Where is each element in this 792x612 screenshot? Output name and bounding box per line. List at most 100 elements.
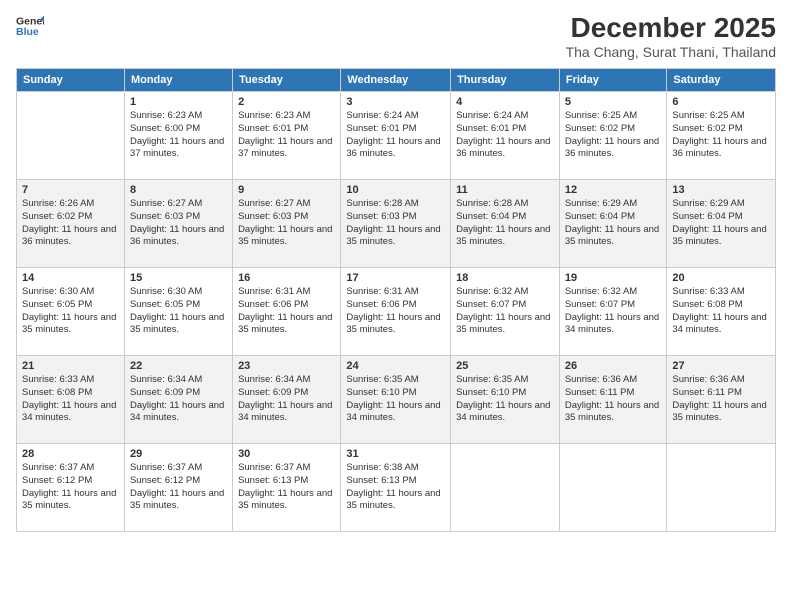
header-row: Sunday Monday Tuesday Wednesday Thursday… [17, 69, 776, 92]
day-info: Sunrise: 6:23 AM Sunset: 6:00 PM Dayligh… [130, 110, 227, 161]
day-info: Sunrise: 6:33 AM Sunset: 6:08 PM Dayligh… [672, 286, 770, 337]
calendar-table: Sunday Monday Tuesday Wednesday Thursday… [16, 68, 776, 532]
day-number: 11 [456, 184, 554, 196]
col-tuesday: Tuesday [233, 69, 341, 92]
day-info: Sunrise: 6:27 AM Sunset: 6:03 PM Dayligh… [130, 198, 227, 249]
day-number: 19 [565, 272, 662, 284]
day-number: 14 [22, 272, 119, 284]
day-number: 18 [456, 272, 554, 284]
day-info: Sunrise: 6:27 AM Sunset: 6:03 PM Dayligh… [238, 198, 335, 249]
day-cell: 14 Sunrise: 6:30 AM Sunset: 6:05 PM Dayli… [17, 268, 125, 356]
day-info: Sunrise: 6:31 AM Sunset: 6:06 PM Dayligh… [346, 286, 445, 337]
col-monday: Monday [124, 69, 232, 92]
day-cell: 21Sunrise: 6:33 AM Sunset: 6:08 PM Dayli… [17, 356, 125, 444]
day-cell: 6 Sunrise: 6:25 AM Sunset: 6:02 PM Daylig… [667, 92, 776, 180]
location-subtitle: Tha Chang, Surat Thani, Thailand [566, 44, 776, 60]
day-cell: 23 Sunrise: 6:34 AM Sunset: 6:09 PM Dayli… [233, 356, 341, 444]
col-sunday: Sunday [17, 69, 125, 92]
week-row-4: 21Sunrise: 6:33 AM Sunset: 6:08 PM Dayli… [17, 356, 776, 444]
week-row-5: 28Sunrise: 6:37 AM Sunset: 6:12 PM Dayli… [17, 444, 776, 532]
day-number: 12 [565, 184, 662, 196]
day-info: Sunrise: 6:32 AM Sunset: 6:07 PM Dayligh… [565, 286, 662, 337]
day-info: Sunrise: 6:28 AM Sunset: 6:04 PM Dayligh… [456, 198, 554, 249]
day-number: 29 [130, 448, 227, 460]
day-cell: 25Sunrise: 6:35 AM Sunset: 6:10 PM Dayli… [451, 356, 560, 444]
calendar-header: Sunday Monday Tuesday Wednesday Thursday… [17, 69, 776, 92]
day-number: 7 [22, 184, 119, 196]
day-info: Sunrise: 6:30 AM Sunset: 6:05 PM Dayligh… [22, 286, 119, 337]
day-info: Sunrise: 6:31 AM Sunset: 6:06 PM Dayligh… [238, 286, 335, 337]
calendar-body: 1 Sunrise: 6:23 AM Sunset: 6:00 PM Daylig… [17, 92, 776, 532]
col-thursday: Thursday [451, 69, 560, 92]
day-cell: 10 Sunrise: 6:28 AM Sunset: 6:03 PM Dayli… [341, 180, 451, 268]
day-number: 1 [130, 96, 227, 108]
day-cell: 12 Sunrise: 6:29 AM Sunset: 6:04 PM Dayli… [559, 180, 667, 268]
day-number: 3 [346, 96, 445, 108]
day-info: Sunrise: 6:30 AM Sunset: 6:05 PM Dayligh… [130, 286, 227, 337]
day-number: 16 [238, 272, 335, 284]
day-info: Sunrise: 6:37 AM Sunset: 6:13 PM Dayligh… [238, 462, 335, 513]
day-cell: 19 Sunrise: 6:32 AM Sunset: 6:07 PM Dayli… [559, 268, 667, 356]
day-info: Sunrise: 6:34 AM Sunset: 6:09 PM Dayligh… [130, 374, 227, 425]
page: General Blue December 2025 Tha Chang, Su… [0, 0, 792, 612]
day-info: Sunrise: 6:32 AM Sunset: 6:07 PM Dayligh… [456, 286, 554, 337]
day-cell: 28Sunrise: 6:37 AM Sunset: 6:12 PM Dayli… [17, 444, 125, 532]
day-cell: 8 Sunrise: 6:27 AM Sunset: 6:03 PM Daylig… [124, 180, 232, 268]
day-number: 10 [346, 184, 445, 196]
day-info: Sunrise: 6:24 AM Sunset: 6:01 PM Dayligh… [456, 110, 554, 161]
day-cell: 7Sunrise: 6:26 AM Sunset: 6:02 PM Daylig… [17, 180, 125, 268]
day-info: Sunrise: 6:25 AM Sunset: 6:02 PM Dayligh… [672, 110, 770, 161]
day-number: 6 [672, 96, 770, 108]
day-number: 9 [238, 184, 335, 196]
day-cell: 27Sunrise: 6:36 AM Sunset: 6:11 PM Dayli… [667, 356, 776, 444]
day-cell: 9 Sunrise: 6:27 AM Sunset: 6:03 PM Daylig… [233, 180, 341, 268]
day-info: Sunrise: 6:38 AM Sunset: 6:13 PM Dayligh… [346, 462, 445, 513]
day-info: Sunrise: 6:29 AM Sunset: 6:04 PM Dayligh… [565, 198, 662, 249]
day-number: 22 [130, 360, 227, 372]
col-friday: Friday [559, 69, 667, 92]
day-cell: 5 Sunrise: 6:25 AM Sunset: 6:02 PM Daylig… [559, 92, 667, 180]
day-info: Sunrise: 6:28 AM Sunset: 6:03 PM Dayligh… [346, 198, 445, 249]
day-number: 5 [565, 96, 662, 108]
day-cell [17, 92, 125, 180]
day-cell: 1 Sunrise: 6:23 AM Sunset: 6:00 PM Daylig… [124, 92, 232, 180]
day-info: Sunrise: 6:24 AM Sunset: 6:01 PM Dayligh… [346, 110, 445, 161]
day-cell: 24Sunrise: 6:35 AM Sunset: 6:10 PM Dayli… [341, 356, 451, 444]
week-row-2: 7Sunrise: 6:26 AM Sunset: 6:02 PM Daylig… [17, 180, 776, 268]
header: General Blue December 2025 Tha Chang, Su… [16, 12, 776, 60]
day-number: 21 [22, 360, 119, 372]
day-cell [451, 444, 560, 532]
day-number: 15 [130, 272, 227, 284]
day-cell [559, 444, 667, 532]
day-cell: 29Sunrise: 6:37 AM Sunset: 6:12 PM Dayli… [124, 444, 232, 532]
month-title: December 2025 [566, 12, 776, 44]
day-info: Sunrise: 6:29 AM Sunset: 6:04 PM Dayligh… [672, 198, 770, 249]
day-info: Sunrise: 6:35 AM Sunset: 6:10 PM Dayligh… [346, 374, 445, 425]
day-cell: 2Sunrise: 6:23 AM Sunset: 6:01 PM Daylig… [233, 92, 341, 180]
day-cell: 15 Sunrise: 6:30 AM Sunset: 6:05 PM Dayli… [124, 268, 232, 356]
day-cell: 26Sunrise: 6:36 AM Sunset: 6:11 PM Dayli… [559, 356, 667, 444]
week-row-1: 1 Sunrise: 6:23 AM Sunset: 6:00 PM Daylig… [17, 92, 776, 180]
logo: General Blue [16, 12, 44, 40]
svg-text:Blue: Blue [16, 26, 39, 38]
day-number: 2 [238, 96, 335, 108]
day-info: Sunrise: 6:37 AM Sunset: 6:12 PM Dayligh… [22, 462, 119, 513]
day-cell: 16 Sunrise: 6:31 AM Sunset: 6:06 PM Dayli… [233, 268, 341, 356]
day-cell: 17Sunrise: 6:31 AM Sunset: 6:06 PM Dayli… [341, 268, 451, 356]
day-info: Sunrise: 6:25 AM Sunset: 6:02 PM Dayligh… [565, 110, 662, 161]
day-info: Sunrise: 6:36 AM Sunset: 6:11 PM Dayligh… [565, 374, 662, 425]
day-number: 27 [672, 360, 770, 372]
day-cell: 22 Sunrise: 6:34 AM Sunset: 6:09 PM Dayli… [124, 356, 232, 444]
day-number: 30 [238, 448, 335, 460]
day-cell: 30 Sunrise: 6:37 AM Sunset: 6:13 PM Dayli… [233, 444, 341, 532]
day-cell: 20Sunrise: 6:33 AM Sunset: 6:08 PM Dayli… [667, 268, 776, 356]
day-info: Sunrise: 6:35 AM Sunset: 6:10 PM Dayligh… [456, 374, 554, 425]
day-cell: 3 Sunrise: 6:24 AM Sunset: 6:01 PM Daylig… [341, 92, 451, 180]
day-cell: 18 Sunrise: 6:32 AM Sunset: 6:07 PM Dayli… [451, 268, 560, 356]
logo-icon: General Blue [16, 12, 44, 40]
day-cell: 11 Sunrise: 6:28 AM Sunset: 6:04 PM Dayli… [451, 180, 560, 268]
day-number: 23 [238, 360, 335, 372]
day-number: 4 [456, 96, 554, 108]
day-number: 8 [130, 184, 227, 196]
day-info: Sunrise: 6:34 AM Sunset: 6:09 PM Dayligh… [238, 374, 335, 425]
